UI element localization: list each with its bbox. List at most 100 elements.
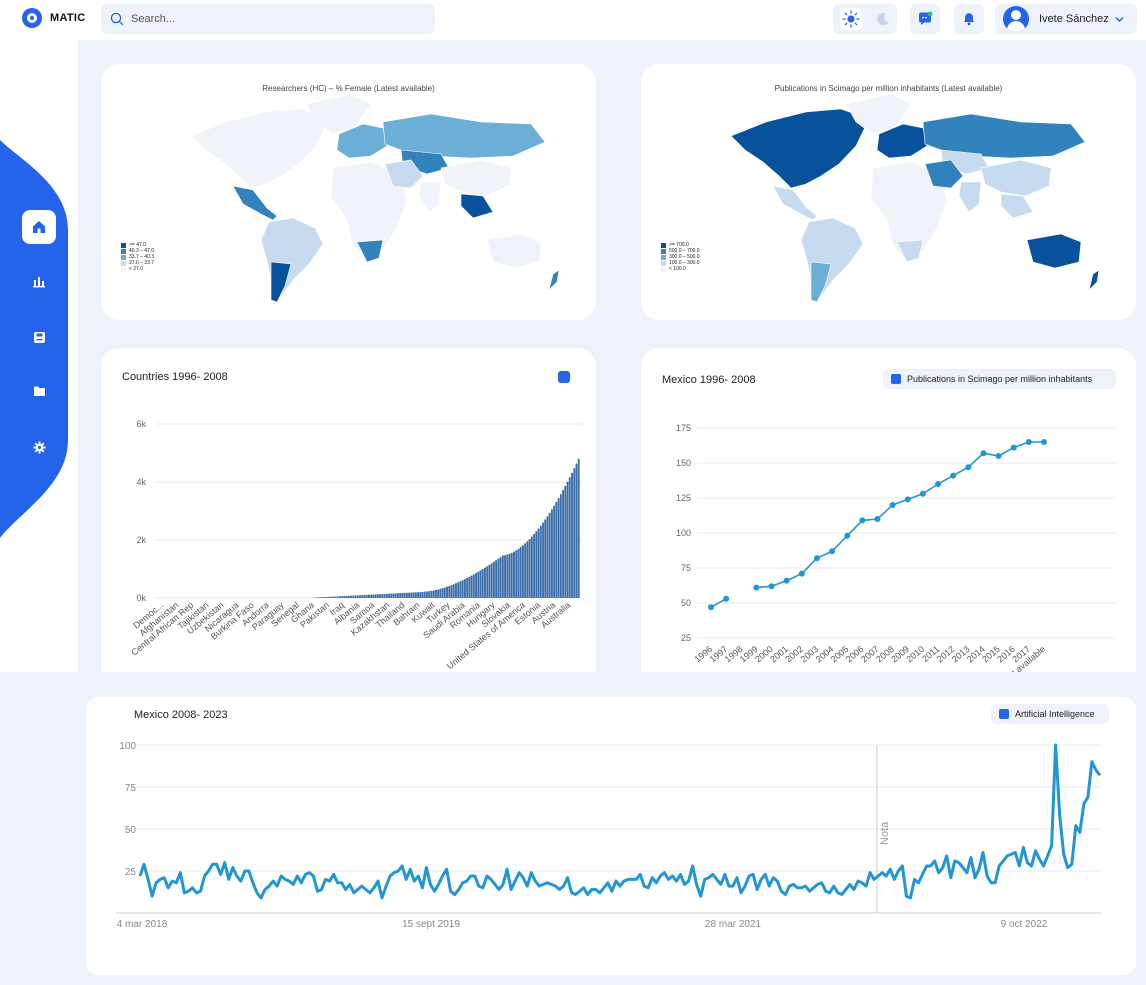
bar xyxy=(526,541,529,598)
gear-icon xyxy=(32,440,46,454)
moon-icon[interactable] xyxy=(876,12,890,26)
bar xyxy=(381,594,384,598)
data-point xyxy=(813,555,820,562)
data-point xyxy=(919,490,926,497)
bar xyxy=(535,531,538,598)
bar xyxy=(417,592,419,598)
nav-save[interactable] xyxy=(22,320,56,354)
bar xyxy=(399,593,402,598)
bar xyxy=(461,580,464,598)
y-tick-label: 2k xyxy=(136,535,146,545)
mexico-chart-card: Mexico 1996- 2008 Publications in Scimag… xyxy=(641,348,1136,672)
bar xyxy=(374,594,377,598)
bar xyxy=(546,516,549,598)
map-southeast-asia xyxy=(1000,193,1034,219)
bar xyxy=(325,596,328,598)
data-point xyxy=(798,570,805,577)
bar xyxy=(410,592,413,598)
nav-folder[interactable] xyxy=(22,374,56,408)
bar xyxy=(359,595,361,598)
bar xyxy=(350,595,353,598)
bar xyxy=(372,594,375,598)
bar xyxy=(566,481,569,598)
bar xyxy=(403,592,406,598)
bar xyxy=(318,597,321,598)
data-point xyxy=(904,496,911,503)
bar xyxy=(363,594,366,598)
nav-home[interactable] xyxy=(22,210,56,244)
bar xyxy=(492,561,495,598)
bar xyxy=(354,595,357,598)
bar xyxy=(397,593,399,598)
nav-charts[interactable] xyxy=(22,264,56,298)
world-map xyxy=(190,93,560,303)
bar xyxy=(408,592,411,598)
data-point xyxy=(753,584,760,591)
data-point xyxy=(723,595,730,602)
ai-line-chart: 25 50 75 100 Nota 4 mar 2018 15 sept 2019 28 ma… xyxy=(116,741,1102,930)
bar xyxy=(423,591,426,598)
y-tick-label: 6k xyxy=(136,419,146,429)
bar xyxy=(392,593,395,598)
data-point xyxy=(935,481,942,487)
data-point xyxy=(1010,444,1017,451)
nav-settings[interactable] xyxy=(22,430,56,464)
folder-icon xyxy=(33,386,45,396)
bar xyxy=(388,593,390,598)
map-south-america xyxy=(800,217,864,301)
annotation-label: Nota xyxy=(879,821,891,845)
bar xyxy=(432,590,435,598)
notifications-button[interactable] xyxy=(954,4,984,34)
search-input[interactable] xyxy=(129,12,413,26)
bar xyxy=(430,590,433,598)
bar xyxy=(517,548,520,598)
bar xyxy=(528,538,531,598)
bar xyxy=(564,485,567,598)
bar xyxy=(356,595,359,598)
y-tick-label: 0k xyxy=(136,593,146,603)
ai-chart-card: Mexico 2008- 2023 Artificial Intelligenc… xyxy=(86,697,1136,975)
map-india xyxy=(418,181,442,213)
bar xyxy=(414,592,417,598)
theme-toggle[interactable] xyxy=(833,4,897,34)
series-line xyxy=(756,441,1044,589)
bar xyxy=(332,596,335,598)
y-tick-label: 4k xyxy=(136,477,146,487)
bar xyxy=(548,512,551,598)
bar xyxy=(412,592,415,598)
bell-icon xyxy=(963,13,975,26)
bar xyxy=(463,579,466,598)
bar xyxy=(530,536,533,598)
sun-icon[interactable] xyxy=(840,8,862,30)
bar xyxy=(539,525,542,598)
bar xyxy=(383,593,386,598)
x-tick-label: 28 mar 2021 xyxy=(705,919,762,930)
chat-button[interactable] xyxy=(910,4,940,34)
map-southeast-asia xyxy=(460,193,494,219)
bar xyxy=(577,458,580,598)
data-point xyxy=(768,583,775,590)
data-point xyxy=(708,604,714,611)
data-point xyxy=(1025,439,1032,445)
app-logo[interactable]: MATIC xyxy=(22,8,86,28)
bar xyxy=(524,543,527,598)
bar xyxy=(405,592,408,598)
data-point xyxy=(889,502,896,508)
bar xyxy=(575,463,578,598)
map-new-zealand xyxy=(1088,269,1100,291)
bar xyxy=(316,597,319,598)
y-tick-label: 175 xyxy=(676,423,691,433)
bar xyxy=(368,594,370,598)
bar xyxy=(338,596,341,598)
search-bar[interactable] xyxy=(101,4,435,34)
bar xyxy=(537,528,540,598)
map-australia xyxy=(486,233,542,269)
top-bar: MATIC Ivete Sánchez xyxy=(0,0,1146,40)
user-menu[interactable]: Ivete Sánchez xyxy=(995,4,1137,34)
bar xyxy=(542,522,544,598)
y-tick-label: 25 xyxy=(125,867,137,878)
bar xyxy=(506,554,509,598)
search-icon xyxy=(110,12,124,26)
bar xyxy=(459,581,462,598)
legend-label: < 100.0 xyxy=(669,266,686,272)
